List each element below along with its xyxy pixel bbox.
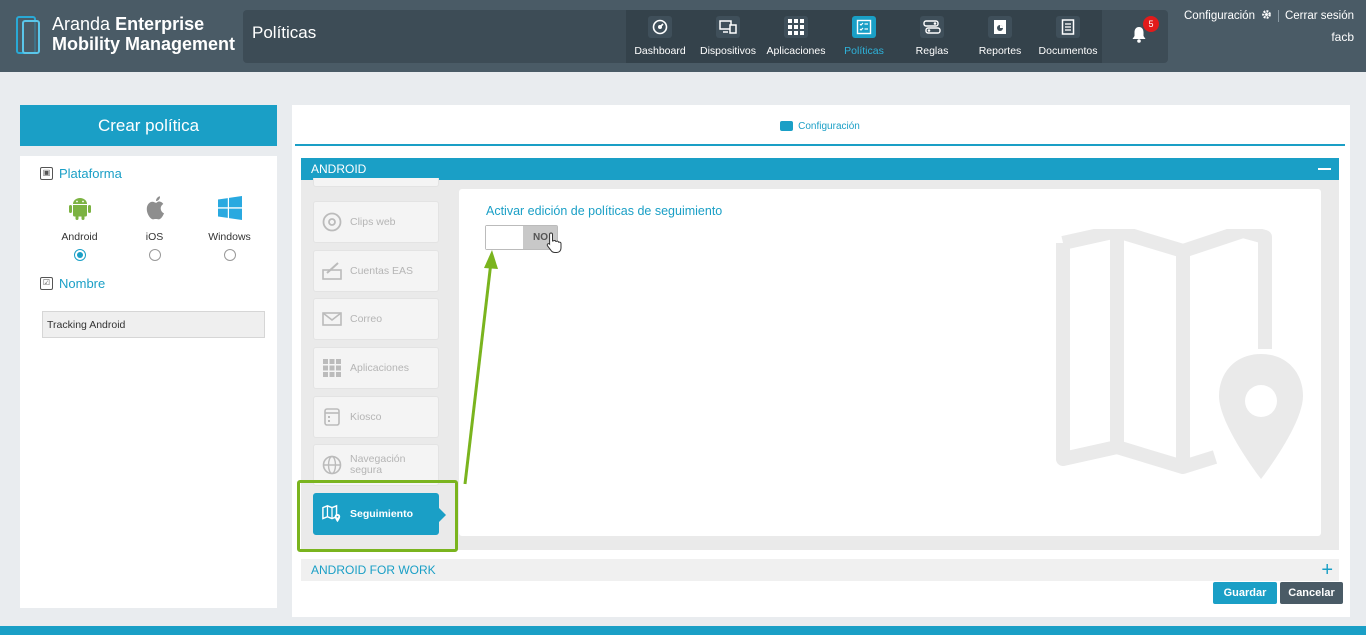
nav-documents[interactable]: Documentos: [1034, 10, 1102, 63]
logo-devices-icon: [14, 14, 42, 56]
logout-link[interactable]: Cerrar sesión: [1285, 10, 1354, 22]
menu-item-label: Cuentas EAS: [350, 265, 414, 277]
menu-item-eas-accounts[interactable]: Cuentas EAS: [313, 250, 439, 292]
platform-label-row: ▣ Plataforma: [40, 166, 122, 181]
documents-icon: [1056, 16, 1080, 38]
top-bar: Aranda Enterprise Mobility Management Po…: [0, 0, 1366, 72]
mouse-pointer-icon: [546, 232, 562, 259]
name-checklist-icon: ☑: [40, 277, 53, 290]
divider: [1277, 10, 1279, 22]
nav-dashboard[interactable]: Dashboard: [626, 10, 694, 63]
menu-item-label: Correo: [350, 313, 383, 325]
save-button[interactable]: Guardar: [1213, 582, 1277, 604]
settings-link[interactable]: Configuración: [1184, 10, 1255, 22]
tracking-toggle-label: Activar edición de políticas de seguimie…: [486, 204, 723, 218]
menu-item-kiosk[interactable]: Kiosco: [313, 396, 439, 438]
platform-name: Android: [61, 231, 98, 243]
nav-devices[interactable]: Dispositivos: [694, 10, 762, 63]
platform-radio-ios[interactable]: [148, 249, 161, 261]
platform-radio-windows[interactable]: [223, 249, 236, 261]
gear-icon[interactable]: [1261, 9, 1272, 23]
briefcase-icon: [780, 121, 794, 131]
notification-count-badge: 5: [1143, 16, 1159, 32]
platform-name: iOS: [145, 231, 164, 243]
rules-icon: [920, 16, 944, 38]
nav-label: Dashboard: [634, 45, 686, 57]
nav-applications[interactable]: Aplicaciones: [762, 10, 830, 63]
menu-item-label: Navegación segura: [350, 453, 406, 476]
policy-name-field[interactable]: [42, 311, 265, 338]
platform-label: Plataforma: [59, 166, 122, 181]
android-section-label: ANDROID: [311, 162, 367, 176]
name-label: Nombre: [59, 276, 106, 291]
annotation-highlight-box: [297, 480, 458, 552]
create-policy-panel: Crear política ▣ Plataforma Android iOS …: [20, 105, 277, 608]
user-area: Configuración Cerrar sesión facb: [1184, 9, 1354, 44]
cancel-button[interactable]: Cancelar: [1280, 582, 1343, 604]
menu-item-label: Aplicaciones: [350, 362, 409, 374]
eas-accounts-icon: [322, 261, 342, 281]
nav-policies[interactable]: Políticas: [830, 10, 898, 63]
username: facb: [1331, 30, 1354, 44]
mail-icon: [322, 309, 342, 329]
apps-grid-icon: [322, 358, 342, 378]
page-title: Políticas: [252, 23, 317, 42]
windows-icon: [217, 195, 242, 221]
platform-radio-android[interactable]: [73, 249, 86, 261]
nav-label: Aplicaciones: [766, 45, 826, 57]
platform-icon: ▣: [40, 167, 53, 180]
nav-label: Documentos: [1038, 45, 1098, 57]
dashboard-icon: [648, 16, 672, 38]
menu-item-clips-web[interactable]: Clips web: [313, 201, 439, 243]
app-logo[interactable]: Aranda Enterprise Mobility Management: [14, 14, 235, 56]
platform-windows[interactable]: Windows: [192, 195, 267, 261]
collapse-minus-icon[interactable]: [1318, 168, 1331, 170]
platform-ios[interactable]: iOS: [117, 195, 192, 261]
create-policy-title: Crear política: [20, 105, 277, 146]
nav-reports[interactable]: Reportes: [966, 10, 1034, 63]
toggle-knob[interactable]: [486, 226, 523, 249]
platform-selector: Android iOS Windows: [42, 195, 267, 261]
divider: [20, 146, 277, 156]
map-pin-watermark-icon: [1055, 224, 1315, 489]
platform-name: Windows: [208, 231, 251, 243]
main-nav: Dashboard Dispositivos Aplicaciones Polí…: [626, 10, 1102, 63]
android-for-work-section-header[interactable]: ANDROID FOR WORK +: [301, 559, 1339, 581]
nav-rules[interactable]: Reglas: [898, 10, 966, 63]
menu-item-applications[interactable]: Aplicaciones: [313, 347, 439, 389]
menu-item-partial: [313, 178, 439, 187]
tracking-settings-panel: Activar edición de políticas de seguimie…: [459, 189, 1321, 536]
nav-label: Reglas: [915, 45, 949, 57]
bottom-accent-strip: [0, 626, 1366, 635]
tab-configuration-label: Configuración: [798, 120, 860, 132]
platform-android[interactable]: Android: [42, 195, 117, 261]
devices-icon: [716, 16, 740, 38]
menu-item-label: Clips web: [350, 216, 396, 228]
menu-item-mail[interactable]: Correo: [313, 298, 439, 340]
kiosk-icon: [322, 407, 342, 427]
expand-plus-icon[interactable]: +: [1321, 560, 1333, 580]
brand-name: Aranda Enterprise Mobility Management: [52, 14, 235, 54]
android-for-work-label: ANDROID FOR WORK: [311, 563, 436, 577]
android-icon: [68, 195, 91, 221]
apple-icon: [144, 195, 166, 221]
android-section-header[interactable]: ANDROID: [301, 158, 1339, 180]
nav-label: Reportes: [978, 45, 1022, 57]
clips-web-icon: [322, 212, 342, 232]
nav-label: Dispositivos: [699, 45, 757, 57]
brand-light: Aranda: [52, 14, 111, 34]
tab-configuration[interactable]: Configuración: [295, 108, 1345, 146]
apps-grid-icon: [784, 16, 808, 38]
menu-item-label: Kiosco: [350, 411, 382, 423]
globe-icon: [322, 455, 342, 475]
name-label-row: ☑ Nombre: [40, 276, 105, 291]
policies-icon: [852, 16, 876, 38]
brand-line2: Mobility Management: [52, 34, 236, 54]
reports-icon: [988, 16, 1012, 38]
brand-bold: Enterprise: [115, 14, 205, 34]
nav-label: Políticas: [844, 45, 884, 57]
